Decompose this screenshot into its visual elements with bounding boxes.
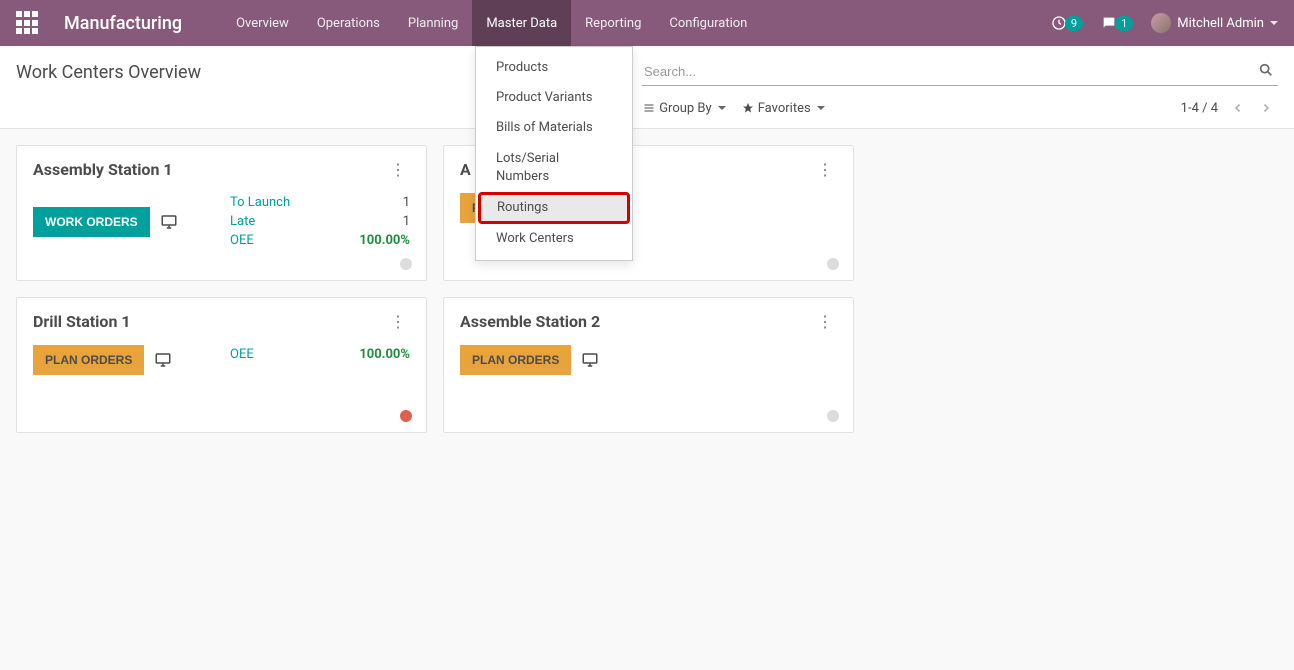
workcenter-card[interactable]: Drill Station 1 ⋮ PLAN ORDERS OEE 100.00%	[16, 297, 427, 433]
search-wrap	[642, 58, 1278, 86]
search-input[interactable]	[642, 58, 1278, 86]
list-icon	[643, 102, 655, 114]
activity-badge: 9	[1065, 16, 1083, 31]
kanban: Assembly Station 1 ⋮ WORK ORDERS To Laun…	[0, 129, 1294, 449]
search-icon[interactable]	[1258, 62, 1274, 78]
workcenter-card[interactable]: Assemble Station 2 ⋮ PLAN ORDERS	[443, 297, 854, 433]
card-menu[interactable]: ⋮	[813, 160, 837, 179]
messages-badge: 1	[1115, 16, 1133, 31]
status-dot[interactable]	[827, 410, 839, 422]
pager-text: 1-4 / 4	[1181, 101, 1218, 116]
card-title: Assembly Station 1	[33, 160, 173, 179]
chevron-right-icon	[1260, 102, 1272, 114]
nav-master-data[interactable]: Master Data	[472, 0, 571, 46]
avatar	[1151, 13, 1171, 33]
stat-val: 100.00%	[359, 233, 410, 248]
nav-menu: Overview Operations Planning Master Data…	[222, 0, 761, 46]
favorites-button[interactable]: Favorites	[736, 97, 831, 120]
favorites-label: Favorites	[758, 101, 811, 116]
stat-late[interactable]: Late	[230, 214, 255, 229]
pager: 1-4 / 4	[1181, 96, 1278, 120]
navbar: Manufacturing Overview Operations Planni…	[0, 0, 1294, 46]
stat-val: 1	[403, 195, 410, 210]
groupby-label: Group By	[659, 101, 712, 116]
card-title: Assemble Station 2	[460, 312, 600, 331]
card-title: Drill Station 1	[33, 312, 131, 331]
messages-indicator[interactable]: 1	[1101, 15, 1133, 31]
dropdown-routings[interactable]: Routings	[478, 192, 630, 224]
caret-down-icon	[817, 106, 825, 110]
stat-oee[interactable]: OEE	[230, 233, 254, 248]
stat-oee[interactable]: OEE	[230, 347, 254, 362]
user-menu[interactable]: Mitchell Admin	[1151, 13, 1278, 33]
caret-down-icon	[1270, 21, 1278, 25]
stat-val: 100.00%	[359, 347, 410, 362]
control-panel: Work Centers Overview Filters Group By	[0, 46, 1294, 129]
caret-down-icon	[718, 106, 726, 110]
nav-overview[interactable]: Overview	[222, 0, 303, 46]
card-menu[interactable]: ⋮	[386, 160, 410, 179]
nav-planning[interactable]: Planning	[394, 0, 472, 46]
status-dot[interactable]	[400, 258, 412, 270]
groupby-button[interactable]: Group By	[637, 97, 732, 120]
master-data-dropdown: Products Product Variants Bills of Mater…	[475, 46, 633, 261]
brand[interactable]: Manufacturing	[64, 13, 182, 34]
dropdown-lots[interactable]: Lots/Serial Numbers	[476, 144, 632, 192]
dropdown-products[interactable]: Products	[476, 53, 632, 83]
dropdown-bom[interactable]: Bills of Materials	[476, 113, 632, 143]
workcenter-card[interactable]: Assembly Station 1 ⋮ WORK ORDERS To Laun…	[16, 145, 427, 281]
activity-indicator[interactable]: 9	[1051, 15, 1083, 31]
page-title: Work Centers Overview	[16, 62, 201, 83]
nav-configuration[interactable]: Configuration	[655, 0, 761, 46]
pager-next[interactable]	[1254, 96, 1278, 120]
status-dot[interactable]	[400, 410, 412, 422]
star-icon	[742, 102, 754, 114]
user-name: Mitchell Admin	[1177, 16, 1264, 31]
nav-reporting[interactable]: Reporting	[571, 0, 655, 46]
monitor-icon[interactable]	[160, 213, 178, 231]
nav-operations[interactable]: Operations	[303, 0, 394, 46]
monitor-icon[interactable]	[581, 351, 599, 369]
dropdown-work-centers[interactable]: Work Centers	[476, 224, 632, 254]
pager-prev[interactable]	[1226, 96, 1250, 120]
work-orders-button[interactable]: WORK ORDERS	[33, 207, 150, 237]
nav-right: 9 1 Mitchell Admin	[1051, 13, 1278, 33]
apps-icon[interactable]	[16, 11, 40, 35]
card-menu[interactable]: ⋮	[813, 312, 837, 331]
chevron-left-icon	[1232, 102, 1244, 114]
card-title: A	[460, 160, 471, 179]
stat-to-launch[interactable]: To Launch	[230, 195, 290, 210]
plan-orders-button[interactable]: PLAN ORDERS	[460, 345, 571, 375]
plan-orders-button[interactable]: PLAN ORDERS	[33, 345, 144, 375]
dropdown-product-variants[interactable]: Product Variants	[476, 83, 632, 113]
card-menu[interactable]: ⋮	[386, 312, 410, 331]
stat-val: 1	[403, 214, 410, 229]
monitor-icon[interactable]	[154, 351, 172, 369]
status-dot[interactable]	[827, 258, 839, 270]
